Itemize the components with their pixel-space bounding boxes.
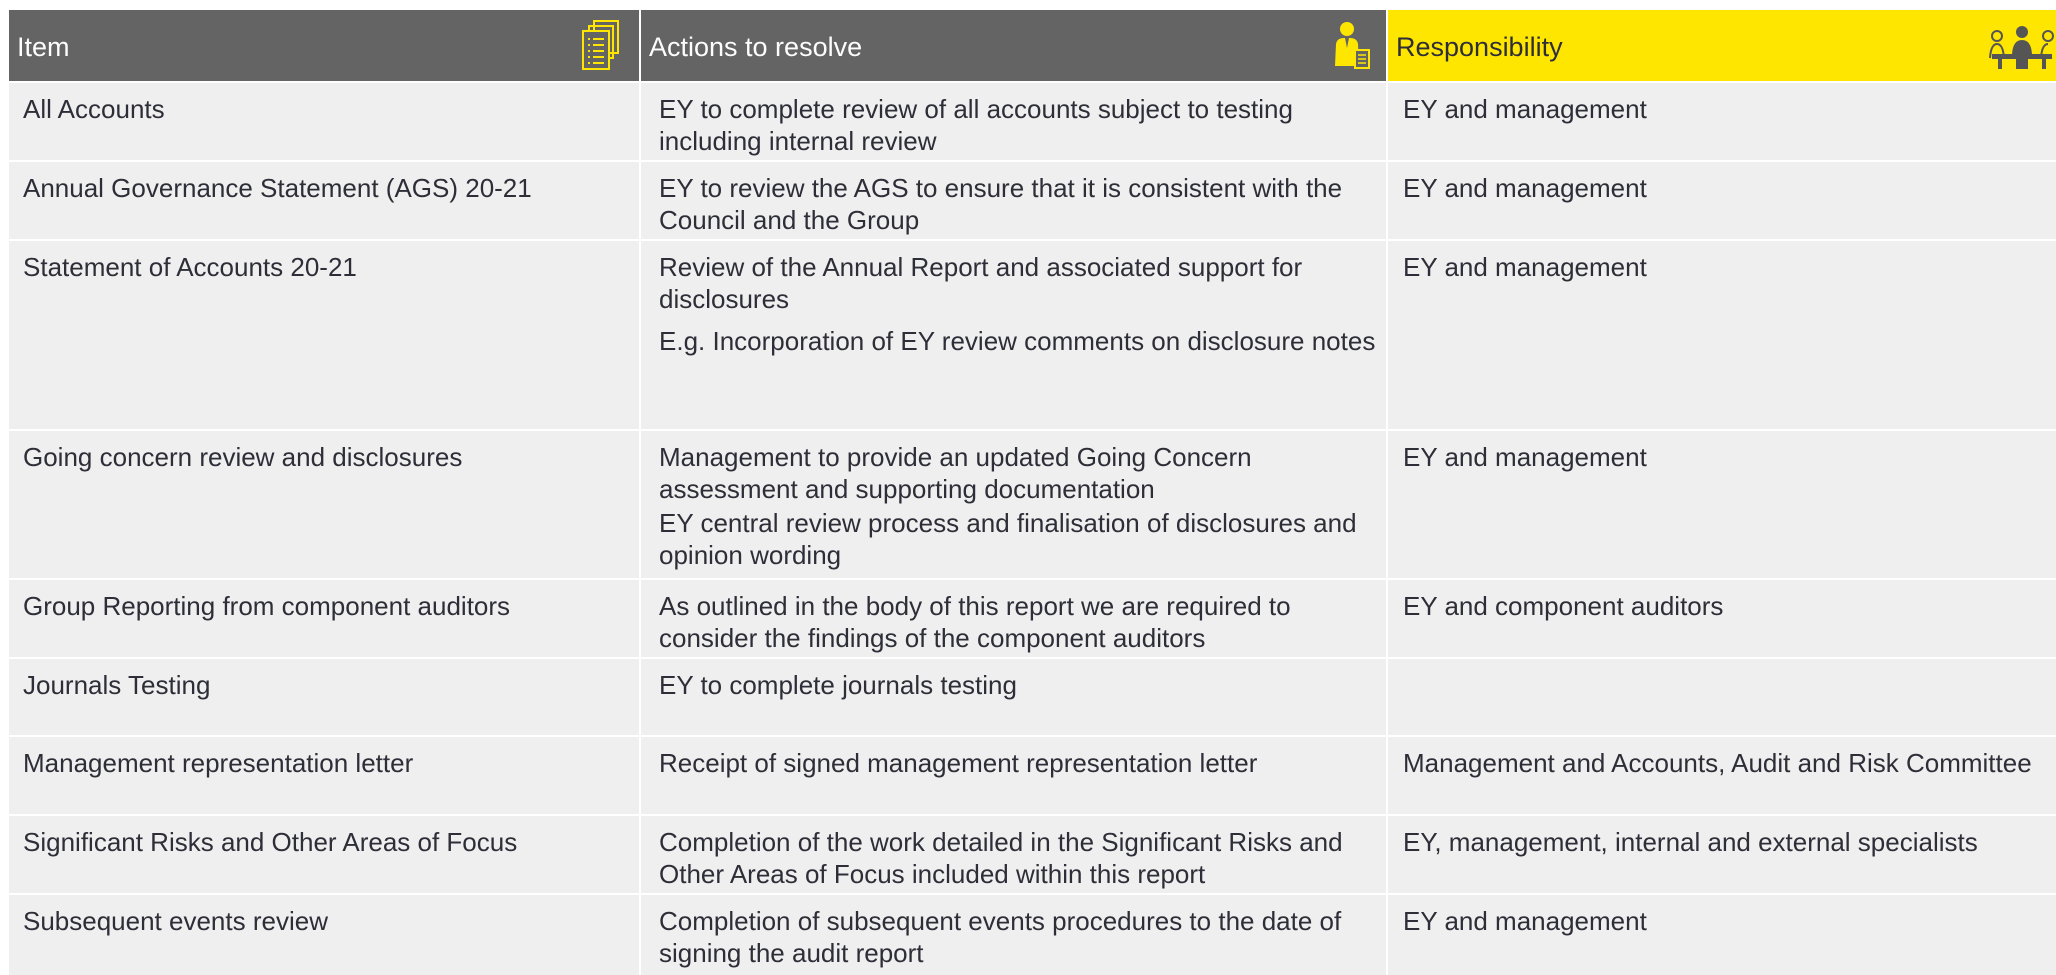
responsibility-cell: Management and Accounts, Audit and Risk … bbox=[1386, 737, 2056, 814]
header-item: Item bbox=[9, 10, 639, 81]
meeting-people-icon bbox=[1989, 26, 2054, 69]
table-row: Annual Governance Statement (AGS) 20-21 … bbox=[9, 162, 2056, 239]
actions-cell: Completion of subsequent events procedur… bbox=[639, 895, 1386, 975]
action-paragraph: E.g. Incorporation of EY review comments… bbox=[659, 326, 1376, 356]
table-row: Journals Testing EY to complete journals… bbox=[9, 659, 2056, 735]
actions-cell: EY to complete review of all accounts su… bbox=[639, 83, 1386, 160]
actions-cell: EY to review the AGS to ensure that it i… bbox=[639, 162, 1386, 239]
action-paragraph: Completion of subsequent events procedur… bbox=[659, 906, 1342, 968]
header-responsibility-label: Responsibility bbox=[1396, 32, 1563, 62]
item-text: Subsequent events review bbox=[23, 906, 328, 936]
item-text: Group Reporting from component auditors bbox=[23, 591, 511, 621]
actions-cell: Review of the Annual Report and associat… bbox=[639, 241, 1386, 429]
actions-text: EY to complete journals testing bbox=[659, 669, 1376, 701]
item-cell: Management representation letter bbox=[9, 737, 639, 814]
actions-text: As outlined in the body of this report w… bbox=[659, 590, 1376, 654]
actions-text: Management to provide an updated Going C… bbox=[659, 441, 1376, 571]
item-text: Journals Testing bbox=[23, 670, 211, 700]
item-cell: Subsequent events review bbox=[9, 895, 639, 975]
header-actions: Actions to resolve bbox=[641, 10, 1386, 81]
responsibility-cell bbox=[1386, 659, 2056, 735]
action-paragraph: As outlined in the body of this report w… bbox=[659, 591, 1291, 653]
actions-cell: Completion of the work detailed in the S… bbox=[639, 816, 1386, 893]
table-row: Going concern review and disclosures Man… bbox=[9, 431, 2056, 578]
actions-text: EY to review the AGS to ensure that it i… bbox=[659, 172, 1376, 236]
action-paragraph: EY to complete journals testing bbox=[659, 670, 1017, 700]
item-cell: Journals Testing bbox=[9, 659, 639, 735]
item-cell: All Accounts bbox=[9, 83, 639, 160]
responsibility-cell: EY and management bbox=[1386, 83, 2056, 160]
item-text: Annual Governance Statement (AGS) 20-21 bbox=[23, 173, 532, 203]
action-paragraph: Review of the Annual Report and associat… bbox=[659, 252, 1303, 314]
responsibility-text: EY and management bbox=[1403, 442, 1647, 472]
responsibility-text: EY and management bbox=[1403, 173, 1647, 203]
actions-text: Completion of the work detailed in the S… bbox=[659, 826, 1376, 890]
item-cell: Statement of Accounts 20-21 bbox=[9, 241, 639, 429]
item-text: All Accounts bbox=[23, 94, 165, 124]
actions-text: Review of the Annual Report and associat… bbox=[659, 251, 1376, 357]
responsibility-cell: EY and management bbox=[1386, 162, 2056, 239]
action-paragraph: Receipt of signed management representat… bbox=[659, 748, 1258, 778]
responsibility-cell: EY and management bbox=[1386, 241, 2056, 429]
item-cell: Significant Risks and Other Areas of Foc… bbox=[9, 816, 639, 893]
item-text: Management representation letter bbox=[23, 748, 414, 778]
responsibility-text: EY and management bbox=[1403, 252, 1647, 282]
header-item-label: Item bbox=[17, 32, 70, 62]
header-responsibility: Responsibility bbox=[1388, 10, 2056, 81]
document-stack-icon bbox=[582, 20, 619, 70]
person-with-document-icon bbox=[1335, 22, 1370, 69]
item-cell: Going concern review and disclosures bbox=[9, 431, 639, 578]
responsibility-cell: EY and management bbox=[1386, 895, 2056, 975]
action-paragraph: Management to provide an updated Going C… bbox=[659, 442, 1252, 504]
item-cell: Annual Governance Statement (AGS) 20-21 bbox=[9, 162, 639, 239]
action-paragraph: EY to complete review of all accounts su… bbox=[659, 94, 1293, 156]
item-cell: Group Reporting from component auditors bbox=[9, 580, 639, 657]
action-paragraph: EY central review process and finalisati… bbox=[659, 508, 1357, 570]
action-paragraph: EY to review the AGS to ensure that it i… bbox=[659, 173, 1343, 235]
item-text: Statement of Accounts 20-21 bbox=[23, 252, 357, 282]
table-row: Statement of Accounts 20-21 Review of th… bbox=[9, 241, 2056, 429]
actions-cell: Receipt of signed management representat… bbox=[639, 737, 1386, 814]
responsibility-text: EY and component auditors bbox=[1403, 591, 1724, 621]
actions-text: Receipt of signed management representat… bbox=[659, 747, 1376, 779]
responsibility-text: EY and management bbox=[1403, 906, 1647, 936]
table-row: Subsequent events review Completion of s… bbox=[9, 895, 2056, 975]
table-row: Group Reporting from component auditors … bbox=[9, 580, 2056, 657]
item-text: Significant Risks and Other Areas of Foc… bbox=[23, 827, 518, 857]
table-row: Management representation letter Receipt… bbox=[9, 737, 2056, 814]
table-row: All Accounts EY to complete review of al… bbox=[9, 83, 2056, 160]
responsibility-text: EY, management, internal and external sp… bbox=[1403, 827, 1978, 857]
actions-text: Completion of subsequent events procedur… bbox=[659, 905, 1376, 969]
actions-cell: As outlined in the body of this report w… bbox=[639, 580, 1386, 657]
responsibility-cell: EY, management, internal and external sp… bbox=[1386, 816, 2056, 893]
table-row: Significant Risks and Other Areas of Foc… bbox=[9, 816, 2056, 893]
responsibility-text: EY and management bbox=[1403, 94, 1647, 124]
actions-cell: Management to provide an updated Going C… bbox=[639, 431, 1386, 578]
item-text: Going concern review and disclosures bbox=[23, 442, 463, 472]
actions-cell: EY to complete journals testing bbox=[639, 659, 1386, 735]
responsibility-cell: EY and component auditors bbox=[1386, 580, 2056, 657]
responsibility-text: Management and Accounts, Audit and Risk … bbox=[1403, 748, 2032, 778]
responsibility-cell: EY and management bbox=[1386, 431, 2056, 578]
actions-text: EY to complete review of all accounts su… bbox=[659, 93, 1376, 157]
action-paragraph: Completion of the work detailed in the S… bbox=[659, 827, 1343, 889]
header-actions-label: Actions to resolve bbox=[649, 32, 863, 62]
